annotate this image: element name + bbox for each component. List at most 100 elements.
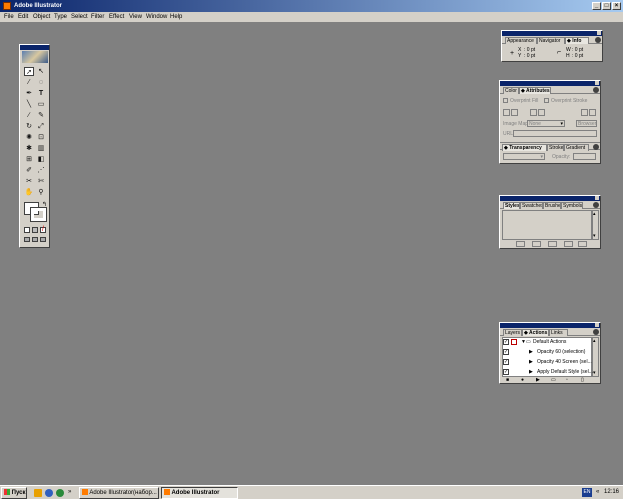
dialog-toggle-icon[interactable] [511, 339, 517, 345]
scale-tool-icon[interactable]: ⤢ [36, 122, 46, 131]
paintbrush-tool-icon[interactable]: ∕ [24, 111, 34, 120]
pencil-tool-icon[interactable]: ✎ [36, 111, 46, 120]
gradient-tool-icon[interactable]: ◧ [36, 155, 46, 164]
menu-filter[interactable]: Filter [91, 12, 104, 22]
show-center-button[interactable] [503, 109, 510, 116]
standard-screen-mode-icon[interactable] [24, 237, 30, 242]
swap-fill-stroke-icon[interactable]: ↰ [42, 201, 47, 208]
toolbox-logo[interactable] [22, 51, 48, 63]
full-screen-mode-icon[interactable] [40, 237, 46, 242]
eyedropper-tool-icon[interactable]: ✐ [24, 166, 34, 175]
task-illustrator-set[interactable]: Adobe Illustrator(набор... [79, 487, 159, 499]
nonzero-winding-button[interactable] [530, 109, 537, 116]
menu-help[interactable]: Help [170, 12, 182, 22]
tab-brushes[interactable]: Brushes [543, 202, 561, 209]
toolbox-title-bar[interactable] [20, 45, 49, 50]
action-label[interactable]: Apply Default Style (sel... [537, 369, 593, 375]
free-transform-tool-icon[interactable]: ⊡ [36, 133, 46, 142]
tab-color[interactable]: Color [503, 87, 519, 94]
task-illustrator[interactable]: Adobe Illustrator [161, 487, 238, 499]
action-label[interactable]: Opacity 40 Screen (sel... [537, 359, 592, 365]
actions-scrollbar[interactable]: ▴ ▾ [592, 337, 599, 377]
menu-object[interactable]: Object [33, 12, 50, 22]
slice-tool-icon[interactable]: ✂ [24, 177, 34, 186]
panel-menu-arrow-icon[interactable] [593, 144, 599, 150]
illustrator-app-icon[interactable] [3, 2, 11, 10]
blend-mode-select[interactable]: ▾ [503, 153, 545, 160]
tab-styles[interactable]: Styles [503, 202, 520, 209]
menu-edit[interactable]: Edit [18, 12, 28, 22]
quicklaunch-more-icon[interactable]: » [68, 489, 71, 495]
scroll-up-icon[interactable]: ▴ [593, 338, 596, 344]
minimize-button[interactable]: _ [592, 2, 601, 10]
tab-appearance[interactable]: Appearance [505, 37, 537, 44]
rotate-tool-icon[interactable]: ↻ [24, 122, 34, 131]
hand-tool-icon[interactable]: ✋ [24, 188, 34, 197]
zoom-tool-icon[interactable]: ⚲ [36, 188, 46, 197]
close-icon[interactable] [597, 31, 601, 35]
overprint-fill-checkbox[interactable] [503, 98, 508, 103]
lasso-tool-icon[interactable]: ◌ [36, 78, 46, 87]
tab-actions[interactable]: ◆ Actions [522, 329, 549, 336]
direct-selection-tool-icon[interactable]: ↖ [36, 67, 46, 76]
tab-links[interactable]: Links [549, 329, 568, 336]
menu-window[interactable]: Window [146, 12, 167, 22]
selection-tool-icon[interactable]: ➚ [24, 67, 34, 76]
menu-type[interactable]: Type [54, 12, 67, 22]
tab-attributes[interactable]: ◆ Attributes [519, 87, 551, 94]
url-input[interactable] [513, 130, 597, 137]
menu-view[interactable]: View [129, 12, 142, 22]
symbol-sprayer-tool-icon[interactable]: ✱ [24, 144, 34, 153]
options-button[interactable] [532, 241, 541, 247]
scroll-down-icon[interactable]: ▾ [593, 370, 596, 376]
action-label[interactable]: Opacity 60 (selection) [537, 349, 585, 355]
magic-wand-tool-icon[interactable]: ⁄ [24, 78, 34, 87]
tab-layers[interactable]: Layers [503, 329, 522, 336]
blend-tool-icon[interactable]: ⋰ [36, 166, 46, 175]
panel-menu-arrow-icon[interactable] [593, 202, 599, 208]
action-set-label[interactable]: Default Actions [533, 339, 566, 345]
toggle-item-icon[interactable]: ✓ [503, 349, 509, 355]
start-button[interactable]: Пуск [1, 487, 27, 499]
stop-icon[interactable]: ■ [506, 377, 509, 383]
close-icon[interactable] [595, 81, 599, 85]
menu-select[interactable]: Select [71, 12, 88, 22]
record-icon[interactable]: ● [521, 377, 524, 383]
clock[interactable]: 12:16 [604, 489, 619, 495]
tab-info[interactable]: ◆ Info [565, 37, 589, 44]
styles-scrollbar[interactable]: ▴ ▾ [592, 210, 599, 240]
toggle-item-icon[interactable]: ✓ [503, 369, 509, 375]
menu-effect[interactable]: Effect [109, 12, 124, 22]
scroll-up-icon[interactable]: ▴ [593, 211, 596, 217]
trash-icon[interactable]: ▯ [581, 377, 584, 383]
none-mode-icon[interactable]: / [40, 226, 46, 233]
new-style-button[interactable] [564, 241, 573, 247]
gradient-mode-icon[interactable] [32, 227, 38, 233]
language-indicator[interactable]: EN [582, 488, 592, 497]
toggle-item-icon[interactable]: ✓ [503, 359, 509, 365]
new-action-icon[interactable]: ▫ [566, 377, 568, 383]
tab-gradient[interactable]: Gradient [564, 144, 589, 151]
merge-button[interactable] [548, 241, 557, 247]
window-title-bar[interactable]: Adobe Illustrator _ □ × [0, 0, 623, 12]
reverse-path-direction-on-button[interactable] [589, 109, 596, 116]
break-link-button[interactable] [516, 241, 525, 247]
menu-file[interactable]: File [4, 12, 14, 22]
close-icon[interactable] [595, 196, 599, 200]
delete-style-button[interactable] [578, 241, 587, 247]
evenodd-fill-button[interactable] [538, 109, 545, 116]
graph-tool-icon[interactable]: ▥ [36, 144, 46, 153]
opacity-input[interactable] [573, 153, 596, 160]
stroke-color-swatch[interactable] [30, 207, 47, 222]
close-button[interactable]: × [612, 2, 621, 10]
tab-transparency[interactable]: ◆ Transparency [502, 144, 547, 151]
panel-menu-arrow-icon[interactable] [593, 87, 599, 93]
browser-button[interactable]: Browser [576, 120, 597, 127]
internet-explorer-icon[interactable] [45, 489, 53, 497]
expand-triangle-icon[interactable]: ▶ [529, 349, 533, 355]
image-map-select[interactable]: None ▾ [527, 120, 565, 127]
expand-triangle-icon[interactable]: ▶ [529, 369, 533, 375]
reverse-path-direction-off-button[interactable] [581, 109, 588, 116]
color-mode-icon[interactable] [24, 227, 30, 233]
tab-stroke[interactable]: Stroke [547, 144, 564, 151]
